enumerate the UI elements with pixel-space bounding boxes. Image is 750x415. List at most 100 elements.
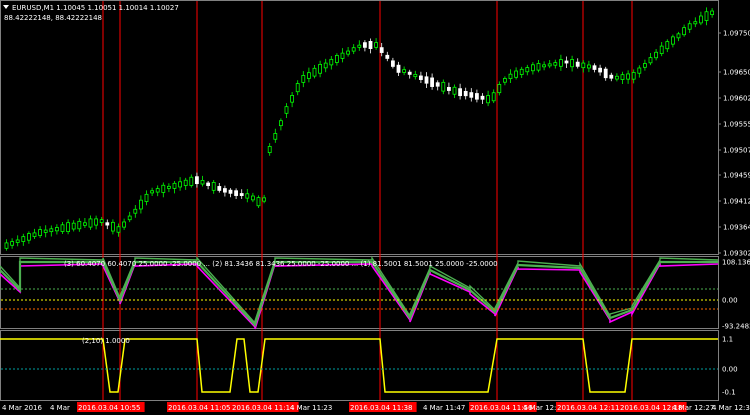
candle-body [21, 236, 26, 242]
candle-body [536, 63, 541, 71]
signal-square-wave [0, 338, 718, 393]
time-label: 2016.03.04 11:14 [232, 404, 295, 412]
candle-body [200, 180, 205, 185]
candle-body [234, 190, 239, 196]
time-label: 4 Mar 2016 [2, 404, 42, 412]
candle-body [559, 59, 563, 67]
candle-body [531, 64, 535, 72]
time-label: 2016.03.04 10:55 [78, 404, 140, 412]
candle-body [155, 188, 160, 193]
time-label: 4 Mar 11:47 [423, 404, 465, 412]
oscillator-axis[interactable]: 108.1368 0.00 -93.2483 [1, 259, 750, 331]
price-tick-label: 1.09650 [723, 69, 750, 77]
signal-label: (2,10) 1.0000 [82, 337, 130, 345]
candle-body [654, 51, 658, 59]
candle-body [55, 227, 59, 232]
candle-body [256, 197, 261, 207]
candle-body [385, 54, 390, 59]
price-tick-label: 1.09412 [723, 198, 750, 206]
candle-body [693, 21, 698, 25]
candle-body [553, 62, 558, 66]
candle-body [424, 76, 429, 84]
candle-body [704, 11, 709, 21]
candle-body [491, 92, 496, 102]
candle-body [390, 60, 395, 67]
candle-body [474, 93, 479, 100]
dropdown-arrow-icon[interactable] [3, 5, 9, 9]
candle-body [239, 193, 244, 196]
candle-body [676, 33, 681, 39]
candle-body [60, 224, 65, 232]
candle-body [166, 185, 171, 189]
candle-body [592, 65, 597, 70]
price-tick-label: 1.09459 [723, 172, 750, 180]
candle-body [150, 190, 155, 194]
candle-body [267, 146, 272, 154]
candle-body [374, 42, 379, 48]
price-tick-label: 1.09302 [723, 250, 750, 258]
candle-body [127, 215, 132, 221]
candle-body [648, 57, 653, 64]
candle-body [32, 232, 37, 237]
candle-body [514, 70, 518, 78]
candle-body [542, 64, 546, 68]
oscillator-tick-label: -93.2483 [722, 323, 750, 331]
candle-body [250, 195, 255, 201]
candle-body [430, 77, 435, 87]
candle-body [525, 67, 530, 73]
price-panel-frame [0, 0, 719, 255]
candle-body [598, 67, 602, 73]
candle-body [480, 95, 485, 100]
candle-body [379, 47, 384, 53]
time-label: 4 Mar 12:27 [672, 404, 714, 412]
oscillator-tick-label: 0.00 [722, 297, 738, 305]
time-label: 2016.03.04 12:11 [557, 404, 619, 412]
candle-body [351, 47, 356, 52]
candle-body [15, 239, 20, 243]
candle-body [435, 82, 440, 87]
candle-body [211, 182, 216, 191]
candle-body [508, 73, 513, 80]
time-axis[interactable]: 4 Mar 2016 4 Mar 2016.03.04 10:55 2016.03.0… [2, 402, 750, 412]
candle-body [502, 78, 507, 83]
candle-body [615, 75, 619, 80]
candle-body [418, 75, 423, 80]
candle-body [486, 95, 491, 104]
candle-body [318, 64, 323, 74]
signal-tick-label: -0.1 [722, 389, 736, 397]
candle-body [346, 50, 351, 55]
candle-body [570, 59, 574, 68]
candle-body [273, 133, 278, 140]
candle-body [183, 179, 188, 186]
candle-body [105, 222, 110, 226]
candle-body [665, 41, 670, 50]
candle-body [575, 61, 580, 67]
candle-body [396, 64, 401, 73]
candle-body [116, 226, 121, 233]
candle-body [111, 221, 115, 232]
candle-body [245, 193, 250, 199]
candle-body [441, 81, 446, 92]
candle-body [217, 186, 222, 191]
price-tick-label: 1.09364 [723, 224, 750, 232]
candle-body [497, 84, 502, 94]
candle-body [88, 218, 93, 228]
oscillator-tick-label: 108.1368 [722, 259, 750, 267]
candle-body [469, 92, 474, 98]
candle-body [189, 176, 194, 186]
trading-chart[interactable]: EURUSD,M1 1.10045 1.10051 1.10014 1.1002… [0, 0, 750, 415]
candle-body [10, 241, 15, 246]
candle-body [178, 181, 183, 188]
candle-body [357, 44, 362, 48]
candle-body [99, 219, 104, 223]
candle-body [43, 229, 48, 233]
candle-body [206, 182, 211, 186]
price-tick-label: 1.09602 [723, 95, 750, 103]
candle-body [340, 52, 345, 59]
candle-body [144, 193, 149, 202]
candle-body [94, 218, 98, 226]
candle-body [671, 36, 675, 45]
candle-body [26, 233, 31, 241]
candle-body [564, 60, 569, 64]
price-axis[interactable]: 1.09750 1.09650 1.09602 1.09555 1.09507 1.094… [718, 30, 750, 258]
